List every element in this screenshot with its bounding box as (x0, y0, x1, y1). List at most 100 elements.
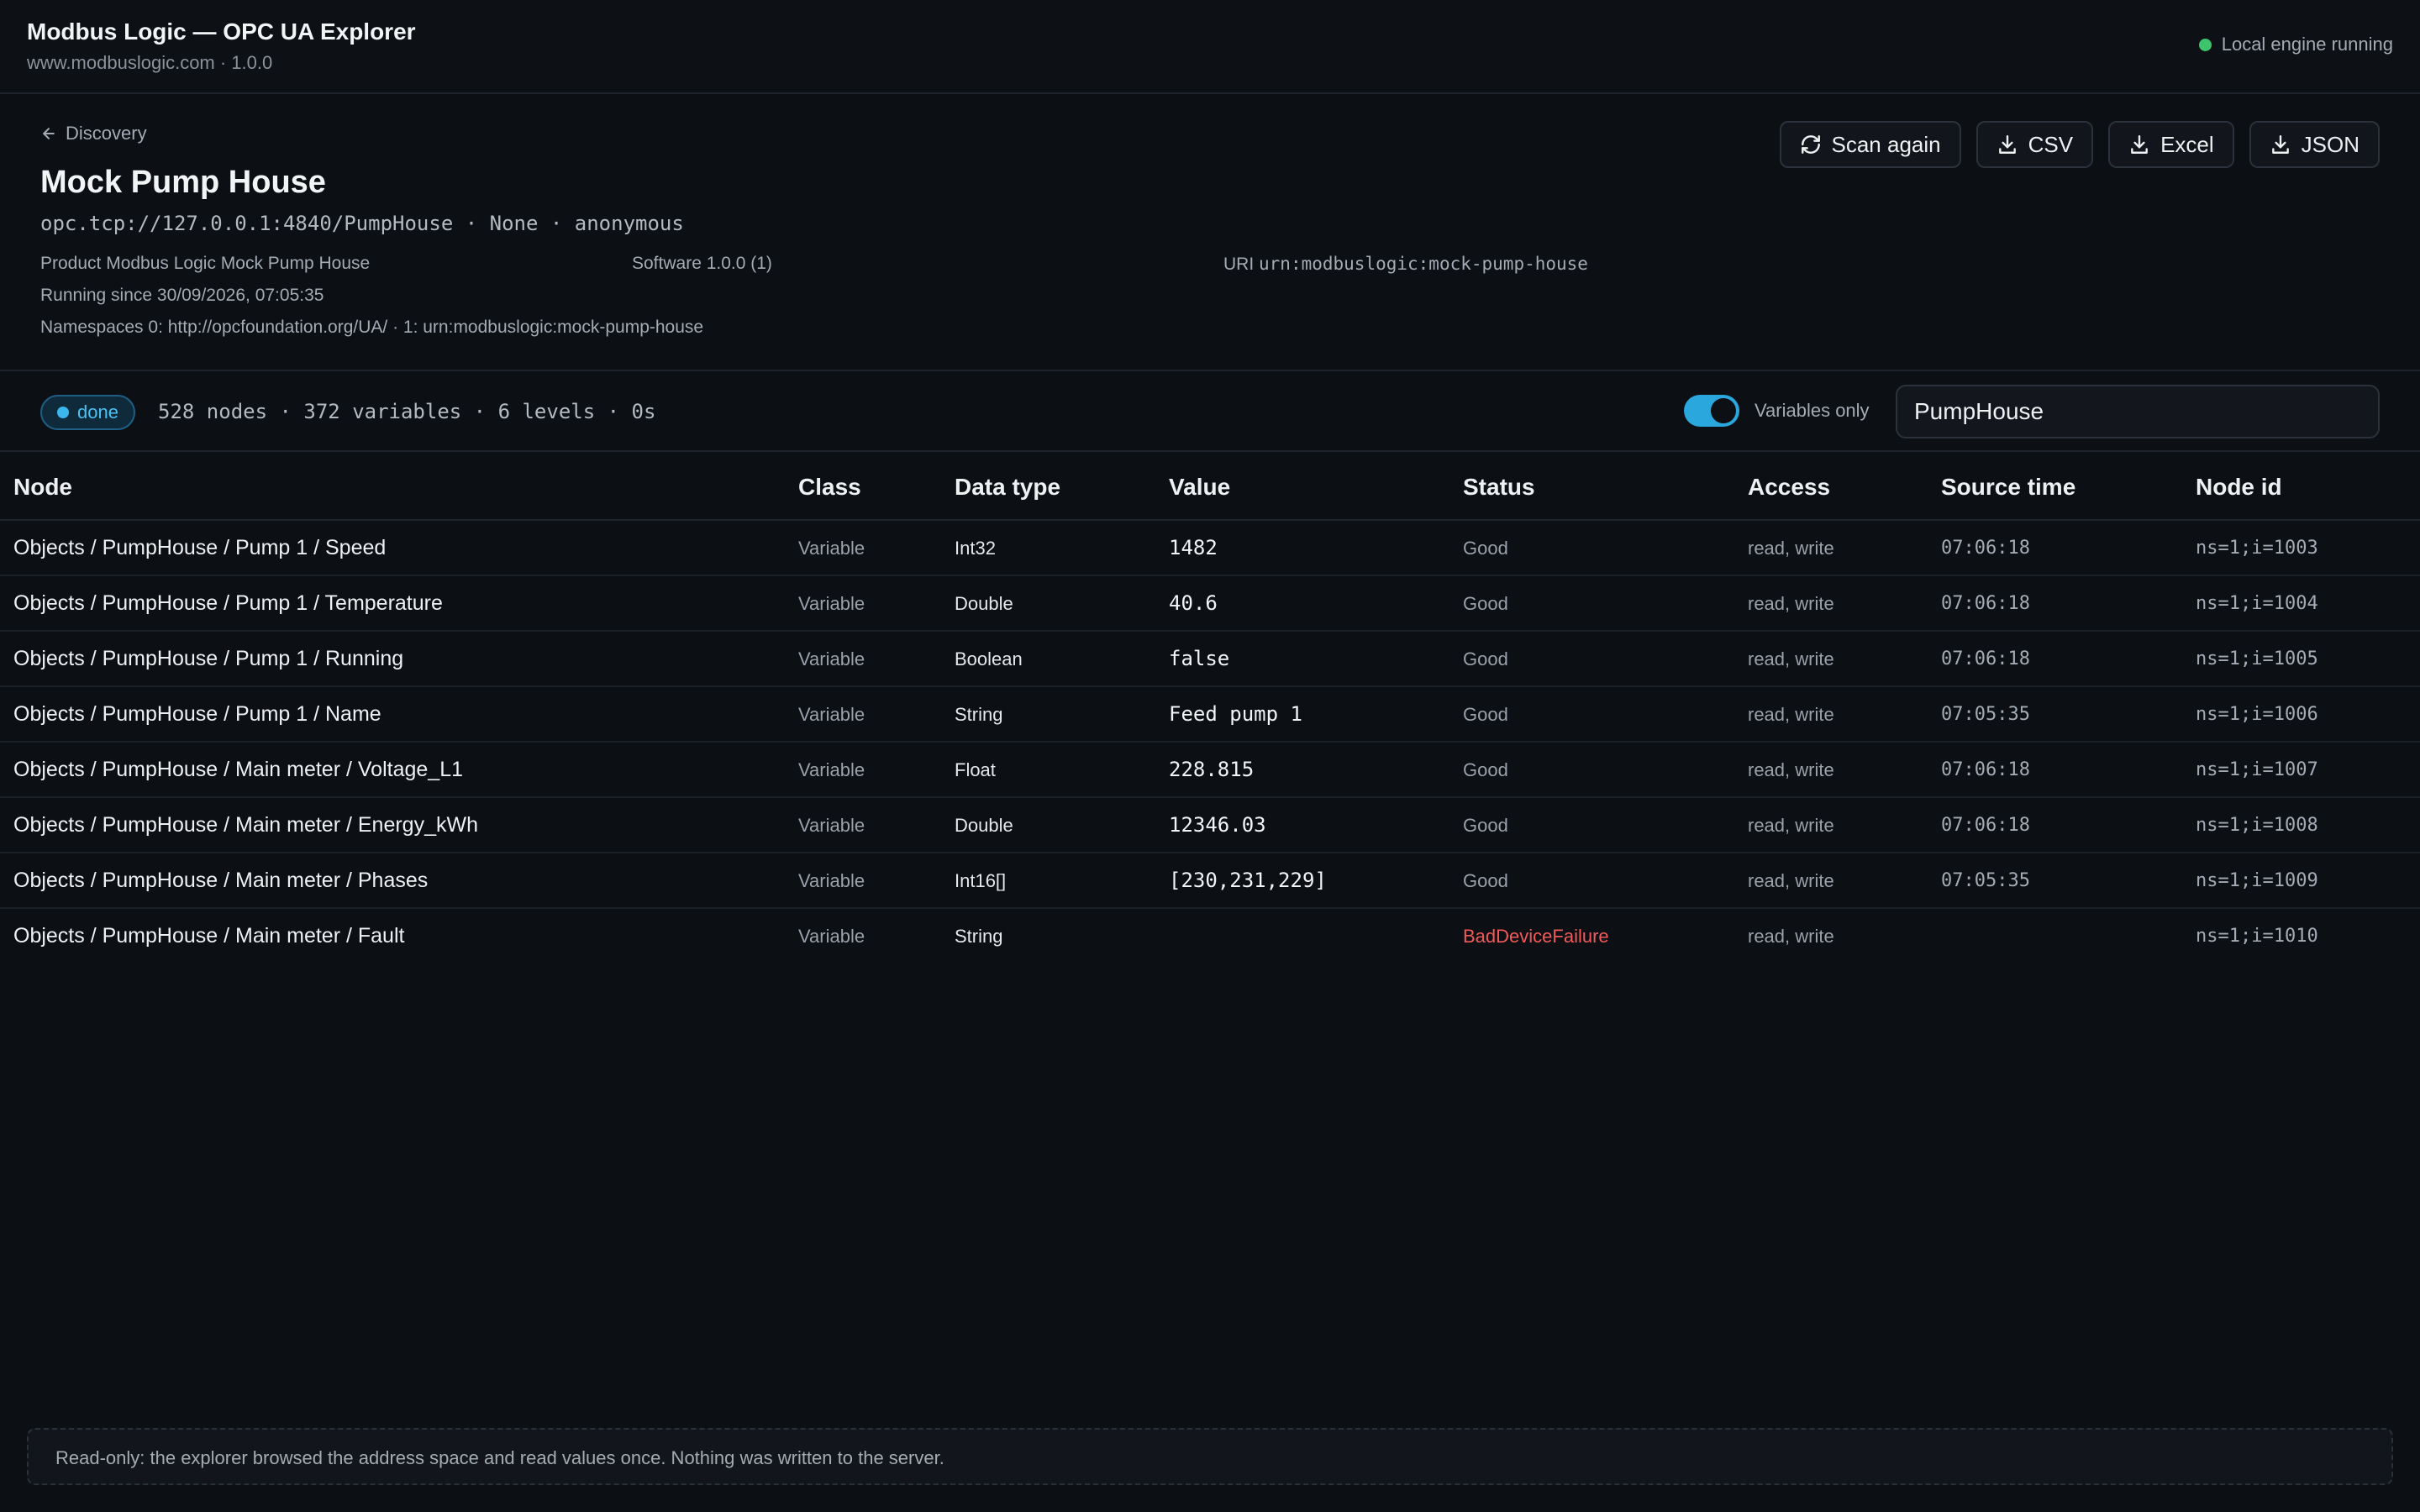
variables-only-toggle[interactable] (1684, 395, 1739, 427)
column-header-class[interactable]: Class (798, 474, 861, 501)
cell-node-id: ns=1;i=1010 (2196, 926, 2318, 947)
cell-value: false (1169, 647, 1230, 670)
cell-access: read, write (1748, 538, 1834, 559)
cell-node: Objects / PumpHouse / Pump 1 / Running (13, 647, 404, 670)
cell-source-time: 07:06:18 (1941, 648, 2030, 669)
table-row[interactable]: Objects / PumpHouse / Main meter / Volta… (0, 743, 2420, 798)
cell-node: Objects / PumpHouse / Main meter / Fault (13, 924, 405, 948)
cell-status: Good (1463, 704, 1508, 725)
export-excel-button[interactable]: Excel (2108, 121, 2234, 168)
cell-value: 1482 (1169, 536, 1218, 559)
app-title-bar: Modbus Logic — OPC UA Explorer www.modbu… (0, 0, 2420, 94)
table-row[interactable]: Objects / PumpHouse / Pump 1 / Speed Var… (0, 521, 2420, 576)
cell-node: Objects / PumpHouse / Main meter / Phase… (13, 869, 429, 892)
export-json-button[interactable]: JSON (2249, 121, 2380, 168)
export-json-label: JSON (2301, 131, 2360, 157)
uri-label: URI (1223, 255, 1255, 274)
export-csv-label: CSV (2028, 131, 2074, 157)
namespaces-info: Namespaces 0: http://opcfoundation.org/U… (40, 318, 704, 337)
cell-node-id: ns=1;i=1009 (2196, 870, 2318, 891)
app-subtitle: www.modbuslogic.com · 1.0.0 (27, 52, 273, 73)
cell-class: Variable (798, 870, 865, 891)
cell-value: Feed pump 1 (1169, 702, 1302, 726)
cell-node-id: ns=1;i=1005 (2196, 648, 2318, 669)
engine-status-label: Local engine running (2221, 34, 2393, 55)
column-header-source-time[interactable]: Source time (1941, 474, 2075, 501)
endpoint-url: opc.tcp://127.0.0.1:4840/PumpHouse · Non… (40, 212, 684, 235)
cell-source-time: 07:06:18 (1941, 815, 2030, 836)
cell-value: [230,231,229] (1169, 869, 1327, 892)
variables-only-label: Variables only (1754, 400, 1870, 421)
column-header-value[interactable]: Value (1169, 474, 1230, 501)
cell-status: BadDeviceFailure (1463, 926, 1609, 947)
cell-class: Variable (798, 759, 865, 780)
read-only-notice: Read-only: the explorer browsed the addr… (27, 1428, 2393, 1485)
cell-class: Variable (798, 704, 865, 725)
back-link[interactable]: Discovery (40, 123, 147, 144)
table-header: Node Class Data type Value Status Access… (0, 452, 2420, 521)
software-info: Software 1.0.0 (1) (632, 254, 772, 273)
cell-node-id: ns=1;i=1007 (2196, 759, 2318, 780)
cell-access: read, write (1748, 870, 1834, 891)
cell-status: Good (1463, 759, 1508, 780)
cell-status: Good (1463, 538, 1508, 559)
arrow-left-icon (43, 128, 55, 139)
cell-status: Good (1463, 870, 1508, 891)
cell-access: read, write (1748, 759, 1834, 780)
download-icon (1998, 135, 2016, 154)
cell-data-type: Float (955, 759, 996, 780)
table-row[interactable]: Objects / PumpHouse / Main meter / Fault… (0, 909, 2420, 964)
refresh-icon (1801, 135, 1820, 154)
cell-status: Good (1463, 648, 1508, 669)
cell-source-time: 07:06:18 (1941, 538, 2030, 559)
server-header: Discovery Mock Pump House opc.tcp://127.… (0, 94, 2420, 371)
cell-access: read, write (1748, 593, 1834, 614)
download-icon (2271, 135, 2289, 154)
cell-node-id: ns=1;i=1006 (2196, 704, 2318, 725)
table-row[interactable]: Objects / PumpHouse / Main meter / Energ… (0, 798, 2420, 853)
cell-data-type: Double (955, 815, 1013, 836)
status-dot-icon (57, 407, 69, 418)
toggle-knob (1711, 398, 1736, 423)
cell-node: Objects / PumpHouse / Pump 1 / Speed (13, 536, 387, 559)
export-csv-button[interactable]: CSV (1975, 121, 2094, 168)
cell-class: Variable (798, 538, 865, 559)
column-header-node[interactable]: Node (13, 474, 72, 501)
cell-data-type: Double (955, 593, 1013, 614)
table-row[interactable]: Objects / PumpHouse / Pump 1 / Name Vari… (0, 687, 2420, 743)
back-link-label: Discovery (66, 123, 147, 144)
cell-access: read, write (1748, 704, 1834, 725)
cell-source-time: 07:05:35 (1941, 870, 2030, 891)
cell-value: 40.6 (1169, 591, 1218, 615)
status-badge-label: done (77, 402, 118, 423)
export-actions: Scan again CSV Excel JSON (1779, 121, 2380, 168)
cell-source-time: 07:06:18 (1941, 759, 2030, 780)
page-title: Mock Pump House (40, 165, 326, 200)
cell-class: Variable (798, 648, 865, 669)
scan-again-label: Scan again (1831, 131, 1941, 157)
table-row[interactable]: Objects / PumpHouse / Main meter / Phase… (0, 853, 2420, 909)
download-icon (2131, 135, 2148, 154)
product-info: Product Modbus Logic Mock Pump House (40, 254, 371, 273)
scan-status-bar: done 528 nodes · 372 variables · 6 level… (0, 371, 2420, 452)
app-title: Modbus Logic — OPC UA Explorer (27, 18, 416, 45)
table-row[interactable]: Objects / PumpHouse / Pump 1 / Running V… (0, 632, 2420, 687)
cell-node: Objects / PumpHouse / Pump 1 / Temperatu… (13, 591, 443, 615)
column-header-status[interactable]: Status (1463, 474, 1535, 501)
uri-value: urn:modbuslogic:mock-pump-house (1259, 254, 1588, 274)
cell-class: Variable (798, 926, 865, 947)
uri-info: URI urn:modbuslogic:mock-pump-house (1223, 254, 1588, 275)
table-row[interactable]: Objects / PumpHouse / Pump 1 / Temperatu… (0, 576, 2420, 632)
cell-access: read, write (1748, 648, 1834, 669)
cell-data-type: String (955, 926, 1003, 947)
scan-again-button[interactable]: Scan again (1779, 121, 1961, 168)
column-header-node-id[interactable]: Node id (2196, 474, 2282, 501)
column-header-data-type[interactable]: Data type (955, 474, 1060, 501)
column-header-access[interactable]: Access (1748, 474, 1830, 501)
cell-node-id: ns=1;i=1004 (2196, 593, 2318, 614)
status-dot-icon (2198, 38, 2212, 51)
cell-node: Objects / PumpHouse / Main meter / Volta… (13, 758, 463, 781)
cell-status: Good (1463, 815, 1508, 836)
variables-only-filter: Variables only (1684, 395, 1870, 427)
search-input[interactable] (1896, 385, 2380, 438)
